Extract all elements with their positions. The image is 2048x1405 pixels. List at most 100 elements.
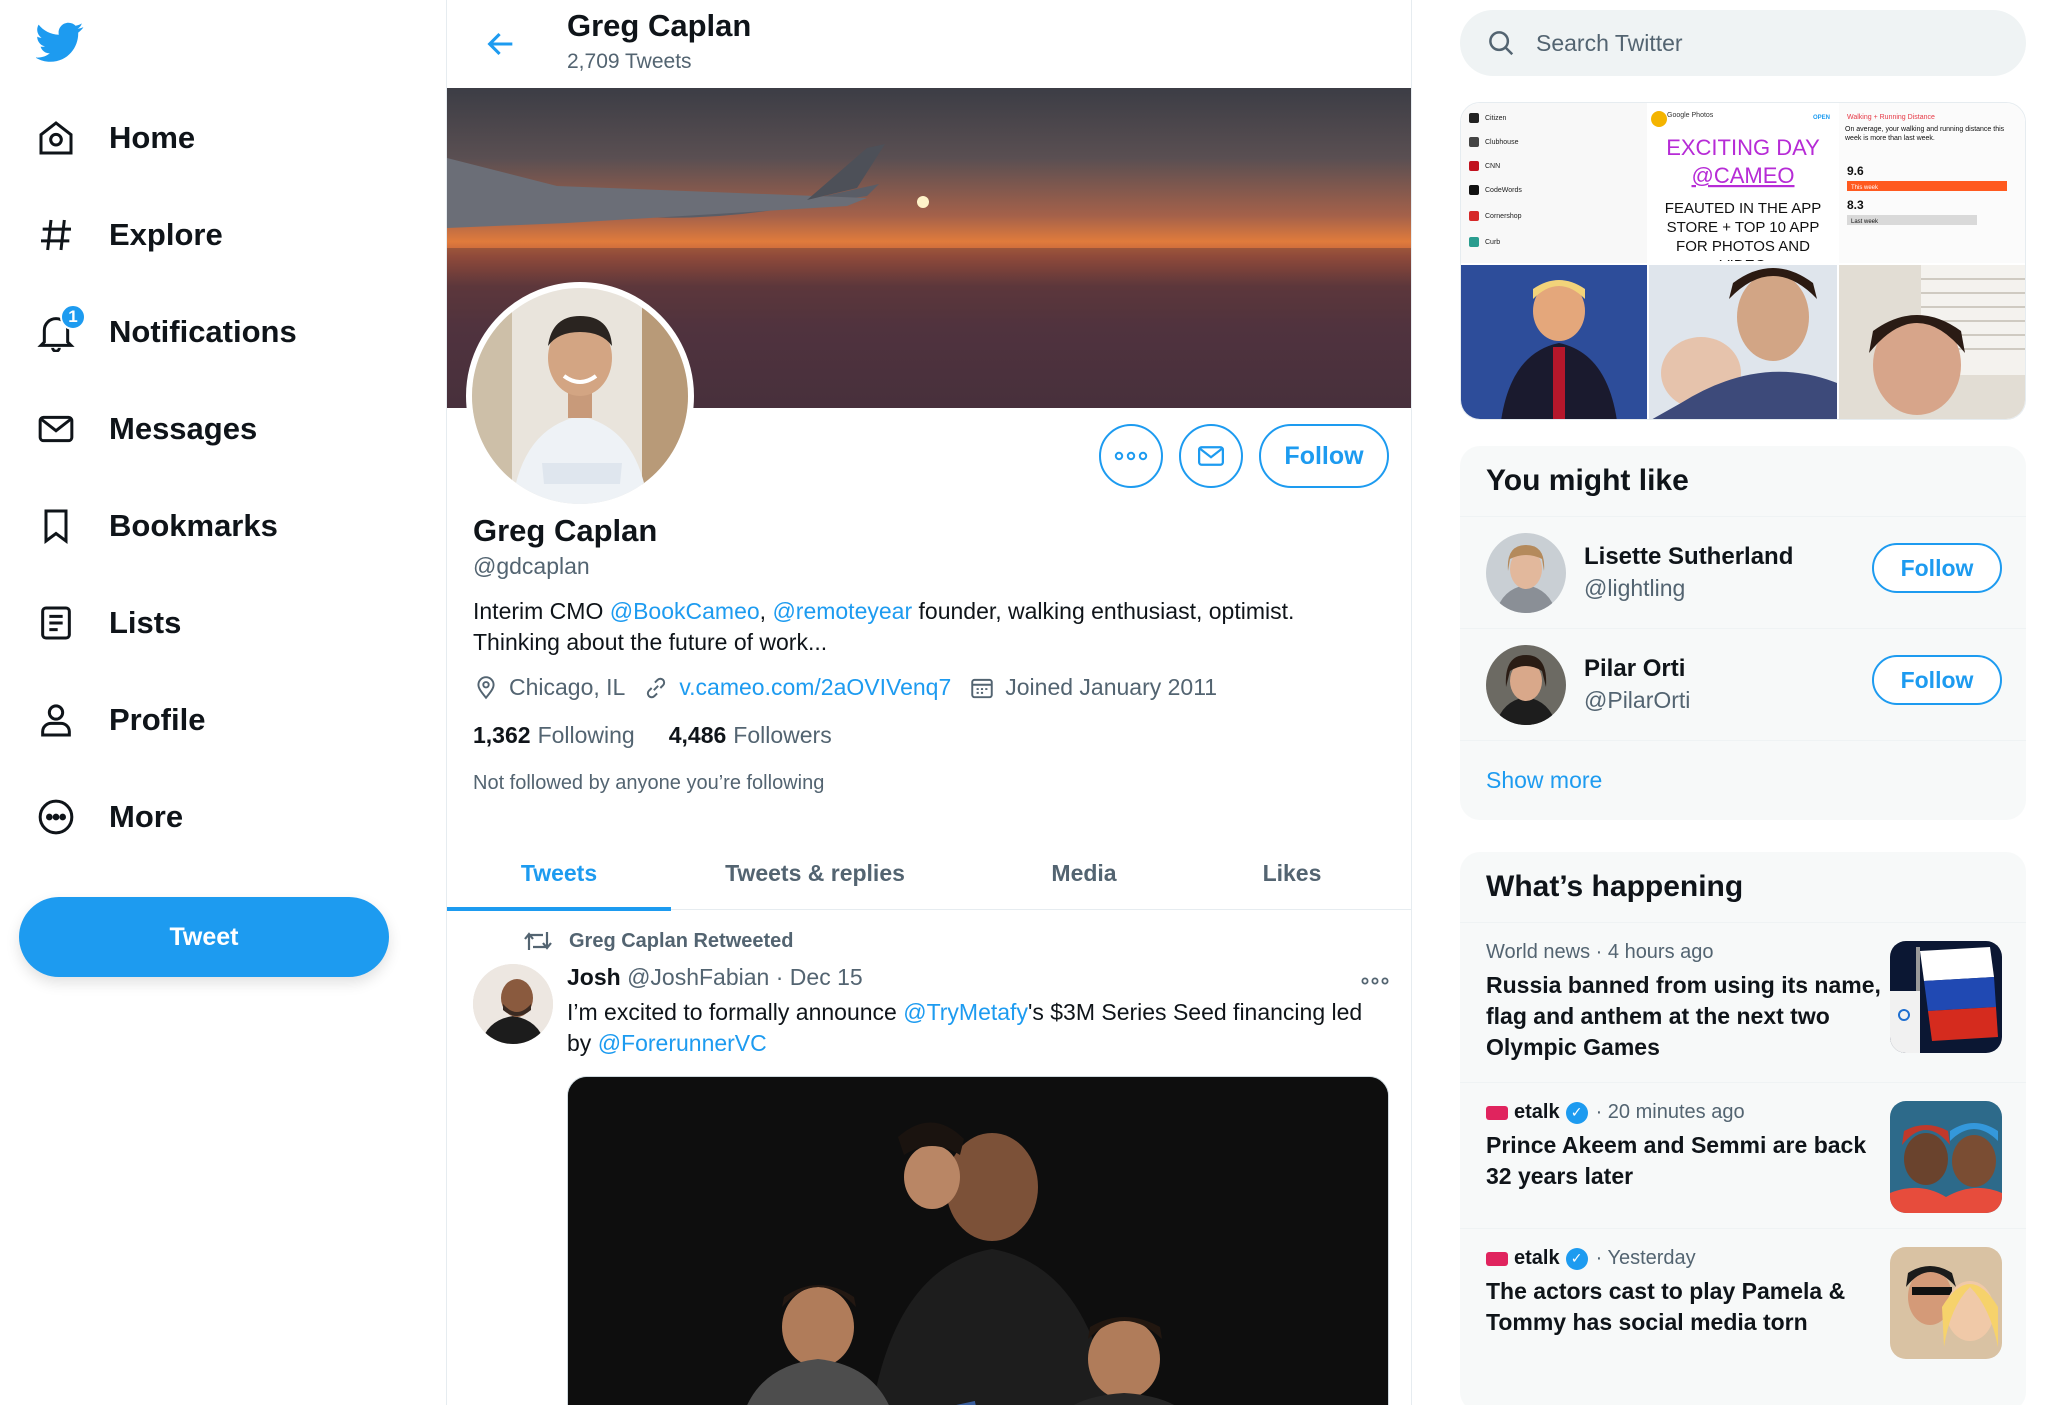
tweet-author-name[interactable]: Josh	[567, 964, 621, 990]
mosaic-promo-title: EXCITING DAY	[1666, 135, 1820, 160]
follow-button[interactable]: Follow	[1259, 424, 1389, 488]
profile-avatar[interactable]	[466, 282, 694, 510]
tab-tweets[interactable]: Tweets	[447, 836, 671, 911]
tab-tweets-replies[interactable]: Tweets & replies	[671, 836, 959, 910]
nav-label: Bookmarks	[109, 508, 278, 543]
message-button[interactable]	[1179, 424, 1243, 488]
left-sidebar: Home Explore 1 Notifications Messages Bo…	[0, 0, 446, 1405]
verified-badge-icon: ✓	[1565, 1247, 1588, 1270]
mosaic-app-label: Google Photos	[1667, 112, 1714, 119]
nav-lists[interactable]: Lists	[30, 587, 410, 659]
tweet-button[interactable]: Tweet	[19, 897, 389, 977]
trend-item[interactable]: etalk ✓ · Yesterday The actors cast to p…	[1460, 1228, 2026, 1374]
nav-bookmarks[interactable]: Bookmarks	[30, 490, 410, 562]
trend-item[interactable]: World news · 4 hours ago Russia banned f…	[1460, 922, 2026, 1082]
right-column: Citizen Clubhouse CNN CodeWords Cornersh…	[1412, 0, 2048, 1405]
search-bar[interactable]	[1460, 10, 2026, 76]
suggested-user[interactable]: Pilar Orti @PilarOrti Follow	[1460, 628, 2026, 740]
profile-column: Greg Caplan 2,709 Tweets Follow Greg Cap…	[446, 0, 1412, 1405]
following-link[interactable]: 1,362 Following	[473, 722, 635, 749]
tweet-mention-link[interactable]: @TryMetafy	[903, 999, 1028, 1025]
mosaic-walk-title: Walking + Running Distance	[1847, 114, 1935, 121]
tab-media[interactable]: Media	[959, 836, 1209, 910]
suggested-user-name: Lisette Sutherland	[1584, 543, 1794, 570]
trend-item[interactable]: etalk ✓ · 20 minutes ago Prince Akeem an…	[1460, 1082, 2026, 1228]
tweet-text: I’m excited to formally announce @TryMet…	[567, 997, 1367, 1059]
tweet-author-avatar[interactable]	[473, 964, 553, 1044]
trend-headline: The actors cast to play Pamela & Tommy h…	[1486, 1278, 1846, 1335]
nav-label: Explore	[109, 217, 223, 252]
tweet-date[interactable]: Dec 15	[790, 964, 863, 990]
tweet-separator: ·	[769, 964, 790, 990]
nav-home[interactable]: Home	[30, 102, 410, 174]
tweet-author-handle[interactable]: @JoshFabian	[627, 964, 769, 990]
followers-link[interactable]: 4,486 Followers	[669, 722, 832, 749]
mosaic-walk-value: 9.6	[1847, 164, 1864, 178]
avatar[interactable]	[1486, 644, 1566, 725]
etalk-logo-icon	[1486, 1251, 1508, 1266]
nav-more[interactable]: More	[30, 781, 410, 853]
tweet-mention-link[interactable]: @ForerunnerVC	[598, 1030, 767, 1056]
person-icon	[30, 694, 82, 746]
header-tweet-count: 2,709 Tweets	[567, 50, 692, 73]
trend-headline: Prince Akeem and Semmi are back 32 years…	[1486, 1132, 1867, 1189]
follow-button[interactable]: Follow	[1872, 543, 2002, 593]
header-name: Greg Caplan	[567, 8, 752, 43]
back-arrow-icon[interactable]	[479, 22, 523, 66]
search-input[interactable]	[1536, 29, 1996, 57]
trend-source: etalk	[1514, 1101, 1560, 1123]
tweet-header: Josh @JoshFabian · Dec 15	[567, 964, 863, 991]
follow-button[interactable]: Follow	[1872, 655, 2002, 705]
nav-label: Messages	[109, 411, 258, 446]
avatar[interactable]	[1486, 532, 1566, 613]
profile-tabs: Tweets Tweets & replies Media Likes	[447, 836, 1411, 911]
link-icon	[647, 677, 666, 698]
followers-label: Followers	[733, 722, 832, 748]
mosaic-app-row: CNN	[1485, 163, 1500, 170]
bio-mention-link[interactable]: @BookCameo	[610, 598, 760, 624]
suggested-user[interactable]: Lisette Sutherland @lightling Follow	[1460, 516, 2026, 628]
mosaic-walk-label: Last week	[1851, 219, 1879, 225]
media-mosaic[interactable]: Citizen Clubhouse CNN CodeWords Cornersh…	[1460, 102, 2026, 420]
suggested-user-handle: @PilarOrti	[1584, 687, 1691, 713]
mosaic-app-row: Curb	[1485, 239, 1500, 246]
tweet-more-icon[interactable]	[1355, 966, 1395, 996]
more-dots-icon	[1114, 451, 1148, 461]
nav-profile[interactable]: Profile	[30, 684, 410, 756]
list-icon	[30, 597, 82, 649]
tweet-media-image[interactable]	[567, 1076, 1389, 1405]
twitter-bird-icon[interactable]	[35, 18, 84, 66]
more-options-button[interactable]	[1099, 424, 1163, 488]
hashtag-icon	[30, 209, 82, 261]
tab-likes[interactable]: Likes	[1209, 836, 1375, 910]
nav-label: Home	[109, 120, 196, 155]
nav-notifications[interactable]: 1 Notifications	[30, 296, 410, 368]
show-more-link[interactable]: Show more	[1460, 740, 2026, 820]
tweet-text-part: I’m excited to formally announce	[567, 999, 904, 1025]
profile-name: Greg Caplan	[473, 513, 658, 548]
mosaic-app-row: Citizen	[1485, 115, 1507, 122]
nav-explore[interactable]: Explore	[30, 199, 410, 271]
mosaic-app-row: Clubhouse	[1485, 139, 1519, 146]
who-to-follow-title: You might like	[1486, 464, 1689, 497]
suggested-user-handle: @lightling	[1584, 575, 1686, 601]
retweet-context: Greg Caplan Retweeted	[523, 928, 794, 954]
followers-count: 4,486	[668, 722, 727, 748]
nav-messages[interactable]: Messages	[30, 393, 410, 465]
trend-time: · 20 minutes ago	[1595, 1101, 1745, 1123]
bell-icon: 1	[30, 304, 86, 358]
joined-text: Joined January 2011	[1005, 674, 1218, 700]
suggested-user-name: Pilar Orti	[1584, 655, 1686, 682]
not-followed-note: Not followed by anyone you’re following	[473, 772, 825, 794]
retweet-label[interactable]: Greg Caplan Retweeted	[569, 930, 794, 953]
trend-time: · Yesterday	[1595, 1247, 1696, 1269]
retweet-icon	[524, 932, 552, 950]
etalk-logo-icon	[1486, 1105, 1508, 1120]
whats-happening-card: What’s happening World news · 4 hours ag…	[1460, 852, 2026, 1405]
profile-handle: @gdcaplan	[473, 553, 590, 579]
website-link[interactable]: v.cameo.com/2aOVIVenq7	[679, 674, 951, 701]
bio-mention-link[interactable]: @remoteyear	[772, 598, 912, 624]
who-to-follow-card: You might like Lisette Sutherland @light…	[1460, 446, 2026, 820]
envelope-icon	[30, 403, 82, 455]
verified-badge-icon: ✓	[1565, 1101, 1588, 1124]
